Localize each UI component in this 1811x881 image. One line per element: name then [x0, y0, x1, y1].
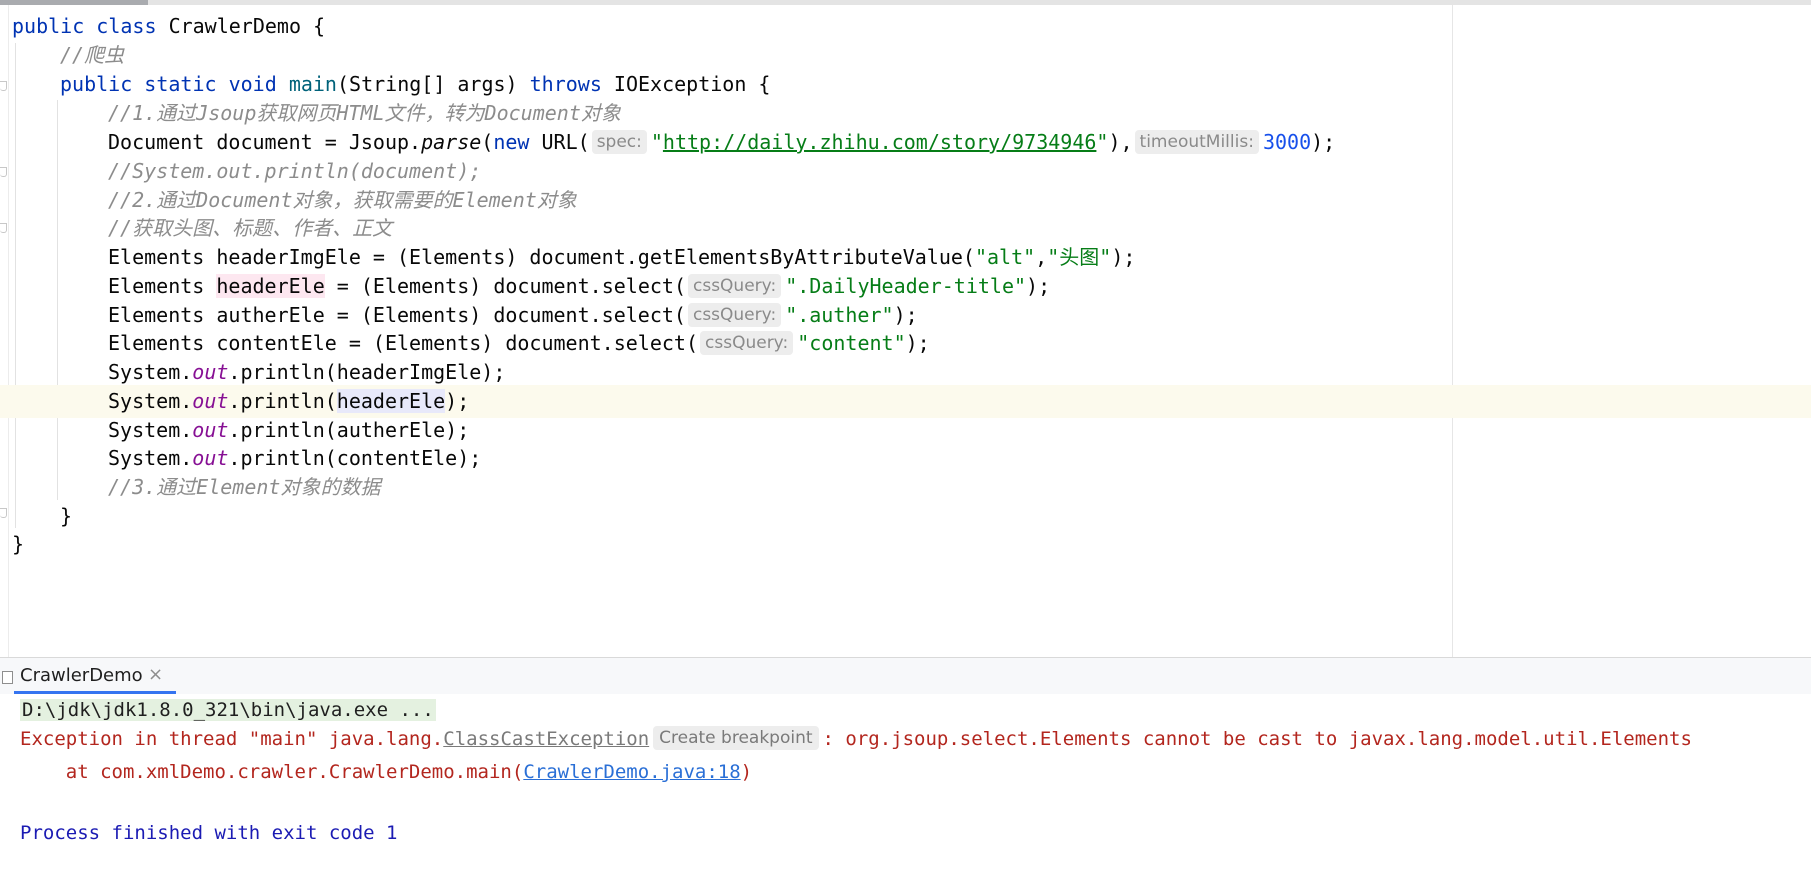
exception-class-link[interactable]: ClassCastException	[443, 728, 649, 750]
run-config-icon	[2, 671, 13, 684]
close-icon[interactable]: ×	[148, 664, 163, 685]
command-text[interactable]: D:\jdk\jdk1.8.0_321\bin\java.exe ...	[20, 699, 436, 721]
code-text: .println(	[228, 389, 337, 413]
code-text: }	[12, 532, 25, 556]
static-field: out	[192, 360, 229, 384]
exception-text: Exception in thread "main" java.lang.	[20, 728, 444, 750]
number-literal: 3000	[1262, 130, 1312, 154]
code-text: );	[445, 389, 470, 413]
code-line-19[interactable]: }	[0, 528, 1811, 561]
code-text: );	[457, 446, 482, 470]
code-text: Document document = Jsoup.	[108, 130, 422, 154]
keyword: public	[60, 72, 133, 96]
code-text: IOException {	[601, 72, 771, 96]
comment: //3.通过Element对象的数据	[108, 475, 381, 499]
code-text: autherEle	[336, 418, 446, 442]
code-text: .println(	[228, 418, 337, 442]
code-text: Elements contentEle = (Elements) documen…	[108, 331, 699, 355]
string-literal: "content"	[797, 331, 906, 355]
static-field: out	[192, 389, 229, 413]
create-breakpoint-button[interactable]: Create breakpoint	[653, 726, 819, 750]
keyword: void	[228, 72, 277, 96]
string-literal: "	[650, 130, 663, 154]
code-text: URL(	[529, 130, 590, 154]
code-text: .println(	[228, 446, 337, 470]
parameter-hint: cssQuery:	[700, 331, 794, 355]
exit-message: Process finished with exit code 1	[20, 822, 398, 844]
code-text: Elements autherEle = (Elements) document…	[108, 303, 686, 327]
run-panel-header: CrawlerDemo ×	[0, 657, 1811, 694]
comment: //1.通过Jsoup获取网页HTML文件，转为Document对象	[108, 101, 621, 125]
code-editor[interactable]: public class CrawlerDemo { //爬虫 public s…	[0, 5, 1811, 657]
parameter-hint: cssQuery:	[687, 274, 782, 298]
code-text: (String[] args)	[336, 72, 530, 96]
code-text: (	[481, 130, 494, 154]
keyword: public	[12, 14, 85, 38]
code-text: ,	[1035, 245, 1048, 269]
code-text: System.	[108, 418, 193, 442]
code-text: contentEle	[336, 446, 458, 470]
variable-highlight[interactable]: headerEle	[216, 274, 325, 298]
console-line-exit: Process finished with exit code 1	[20, 817, 398, 850]
stacktrace-text: )	[740, 761, 753, 783]
code-text: );	[1026, 274, 1051, 298]
string-literal: "alt"	[974, 245, 1036, 269]
keyword: throws	[529, 72, 602, 96]
method-name: main	[288, 72, 337, 96]
string-literal: "	[1096, 130, 1109, 154]
code-text: );	[905, 331, 930, 355]
code-text: = (Elements) document.select(	[324, 274, 686, 298]
code-text: );	[445, 418, 470, 442]
url-link[interactable]: http://daily.zhihu.com/story/9734946	[663, 130, 1096, 154]
run-tab-label[interactable]: CrawlerDemo	[20, 665, 143, 686]
comment: //爬虫	[60, 43, 125, 67]
code-text: .println(	[228, 360, 337, 384]
code-text: );	[893, 303, 918, 327]
code-text: headerImgEle	[336, 360, 482, 384]
console-line-exception: Exception in thread "main" java.lang.Cla…	[20, 723, 1692, 756]
comment: //2.通过Document对象，获取需要的Element对象	[108, 188, 577, 212]
stacktrace-text: at com.xmlDemo.crawler.CrawlerDemo.main(	[20, 761, 524, 783]
comment: //System.out.println(document);	[108, 159, 482, 183]
code-text: CrawlerDemo {	[168, 14, 326, 38]
code-text: System.	[108, 389, 193, 413]
console-line-stacktrace: at com.xmlDemo.crawler.CrawlerDemo.main(…	[20, 756, 752, 789]
code-text: );	[1111, 245, 1136, 269]
string-literal: "头图"	[1047, 245, 1112, 269]
source-link[interactable]: CrawlerDemo.java:18	[523, 761, 740, 783]
code-text: System.	[108, 446, 193, 470]
code-text: Elements	[108, 274, 217, 298]
code-text: Elements headerImgEle = (Elements) docum…	[108, 245, 975, 269]
static-field: out	[192, 418, 229, 442]
parameter-hint: spec:	[591, 130, 647, 154]
method-name: parse	[421, 130, 482, 154]
variable-highlight[interactable]: headerEle	[336, 389, 446, 413]
keyword: static	[144, 72, 217, 96]
keyword: class	[96, 14, 157, 38]
code-text: );	[1311, 130, 1336, 154]
parameter-hint: timeoutMillis:	[1134, 130, 1259, 154]
exception-text: : org.jsoup.select.Elements cannot be ca…	[822, 728, 1692, 750]
comment: //获取头图、标题、作者、正文	[108, 216, 393, 240]
keyword: new	[493, 130, 530, 154]
code-text: }	[60, 504, 73, 528]
static-field: out	[192, 446, 229, 470]
string-literal: ".auther"	[785, 303, 894, 327]
code-text: ),	[1108, 130, 1133, 154]
parameter-hint: cssQuery:	[687, 303, 782, 327]
code-text: );	[481, 360, 506, 384]
code-text: System.	[108, 360, 193, 384]
run-console[interactable]: D:\jdk\jdk1.8.0_321\bin\java.exe ... Exc…	[0, 694, 1811, 881]
string-literal: ".DailyHeader-title"	[785, 274, 1027, 298]
